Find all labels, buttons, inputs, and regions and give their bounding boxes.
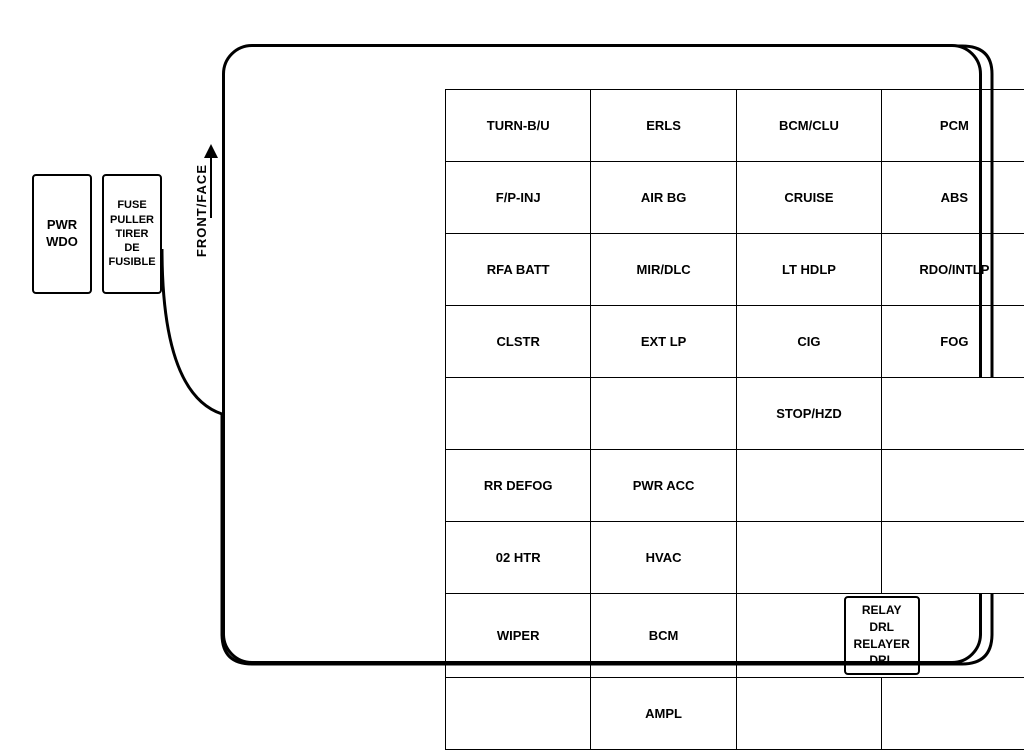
table-row: CLSTR EXT LP CIG FOG HORN	[446, 306, 1024, 378]
table-row: STOP/HZD	[446, 378, 1024, 450]
pwr-wdo-label: PWR WDO	[34, 217, 90, 251]
table-row: RR DEFOG PWR ACC	[446, 450, 1024, 522]
cell-relay-block: RELAY DRL RELAYER DRL	[736, 594, 1024, 678]
front-face-label: FRONT/FACE	[194, 164, 209, 257]
arrow-line	[210, 158, 212, 218]
relay-line1: RELAY	[862, 603, 902, 617]
relay-box: RELAY DRL RELAYER DRL	[844, 596, 920, 675]
cell-abs: ABS	[882, 162, 1024, 234]
main-fuse-box: TURN-B/U ERLS BCM/CLU PCM IGN MDL F/P-IN…	[222, 44, 982, 664]
cell-empty-11	[446, 678, 591, 750]
cell-bcm: BCM	[591, 594, 736, 678]
cell-empty-6	[882, 450, 1024, 522]
cell-empty-1	[446, 378, 591, 450]
cell-hvac: HVAC	[591, 522, 736, 594]
cell-rfa-batt: RFA BATT	[446, 234, 591, 306]
fuse-grid: TURN-B/U ERLS BCM/CLU PCM IGN MDL F/P-IN…	[445, 89, 1024, 750]
cell-empty-5	[736, 450, 881, 522]
table-row: 02 HTR HVAC	[446, 522, 1024, 594]
cell-pwr-acc: PWR ACC	[591, 450, 736, 522]
diagram-container: PWR WDO FUSE PULLER TIRER DE FUSIBLE FRO…	[22, 14, 1002, 674]
cell-rdo-intlp: RDO/INTLP	[882, 234, 1024, 306]
table-row: TURN-B/U ERLS BCM/CLU PCM IGN MDL	[446, 90, 1024, 162]
cell-empty-13	[882, 678, 1024, 750]
cell-empty-9	[882, 522, 1024, 594]
cell-empty-2	[591, 378, 736, 450]
relay-line3: RELAYER	[854, 637, 910, 651]
fuse-puller-label: FUSE PULLER TIRER DE FUSIBLE	[108, 198, 156, 269]
cell-02-htr: 02 HTR	[446, 522, 591, 594]
table-row: WIPER BCM RELAY DRL RELAYER DRL	[446, 594, 1024, 678]
cell-pcm: PCM	[882, 90, 1024, 162]
table-row: AMPL	[446, 678, 1024, 750]
cell-fp-inj: F/P-INJ	[446, 162, 591, 234]
relay-line4: DRL	[869, 653, 894, 667]
pwr-wdo-box: PWR WDO	[32, 174, 92, 294]
cell-empty-3	[882, 378, 1024, 450]
cell-fog: FOG	[882, 306, 1024, 378]
cell-cig: CIG	[736, 306, 881, 378]
cell-empty-12	[736, 678, 881, 750]
left-panel: PWR WDO FUSE PULLER TIRER DE FUSIBLE	[32, 174, 162, 294]
cell-stop-hzd: STOP/HZD	[736, 378, 881, 450]
cell-empty-8	[736, 522, 881, 594]
cell-wiper: WIPER	[446, 594, 591, 678]
relay-line2: DRL	[869, 620, 894, 634]
fuse-puller-box: FUSE PULLER TIRER DE FUSIBLE	[102, 174, 162, 294]
table-row: RFA BATT MIR/DLC LT HDLP RDO/INTLP RT HD…	[446, 234, 1024, 306]
table-row: F/P-INJ AIR BG CRUISE ABS APO	[446, 162, 1024, 234]
cell-erls: ERLS	[591, 90, 736, 162]
cell-turn-bu: TURN-B/U	[446, 90, 591, 162]
fuse-table: TURN-B/U ERLS BCM/CLU PCM IGN MDL F/P-IN…	[445, 89, 1024, 750]
cell-bcm-clu: BCM/CLU	[736, 90, 881, 162]
cell-lt-hdlp: LT HDLP	[736, 234, 881, 306]
cell-ampl: AMPL	[591, 678, 736, 750]
cell-mir-dlc: MIR/DLC	[591, 234, 736, 306]
cell-cruise: CRUISE	[736, 162, 881, 234]
arrow-head	[204, 144, 218, 158]
cell-rr-defog: RR DEFOG	[446, 450, 591, 522]
cell-air-bg: AIR BG	[591, 162, 736, 234]
cell-ext-lp: EXT LP	[591, 306, 736, 378]
cell-clstr: CLSTR	[446, 306, 591, 378]
